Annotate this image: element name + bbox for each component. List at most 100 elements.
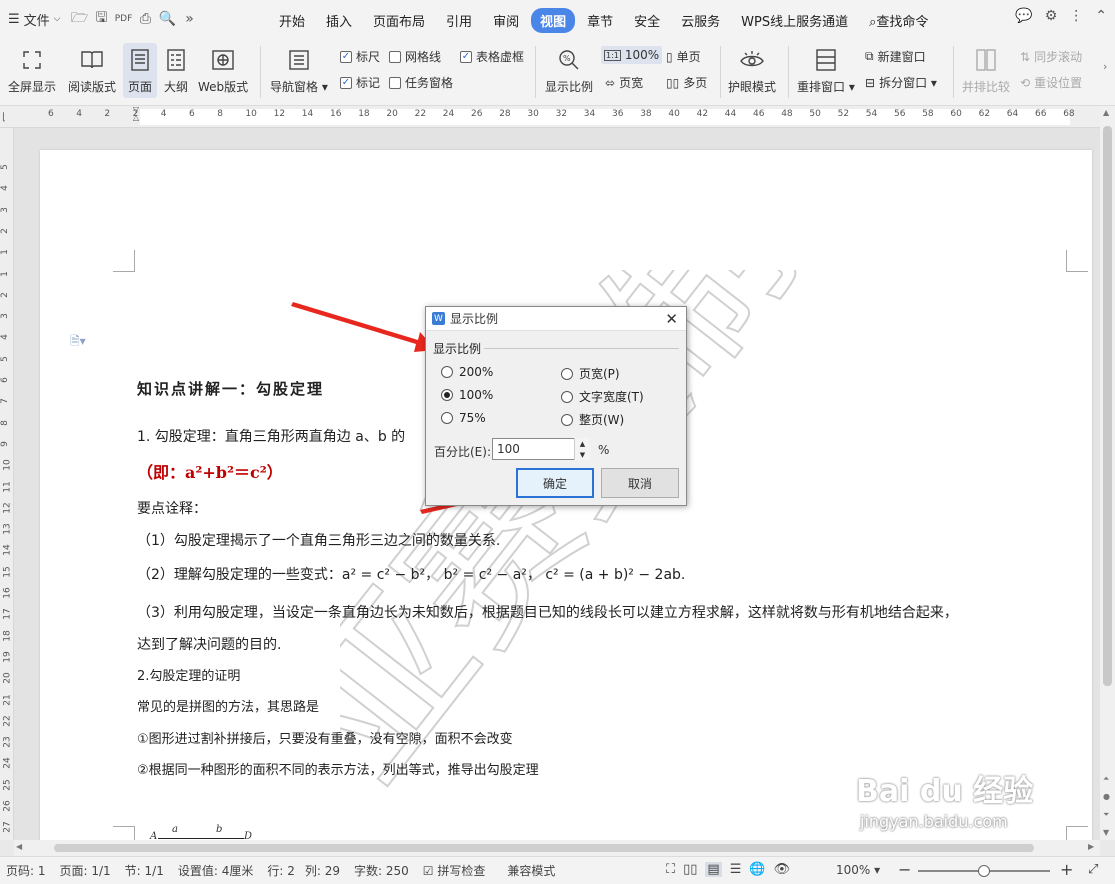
radio-200[interactable]: 200% bbox=[441, 365, 493, 379]
cancel-button[interactable]: 取消 bbox=[601, 468, 679, 498]
chat-icon[interactable]: 💬 bbox=[1015, 8, 1032, 24]
zoom-slider[interactable] bbox=[918, 865, 1050, 877]
scroll-down-icon[interactable]: ▼ bbox=[1103, 828, 1109, 837]
outline-button[interactable]: 大纲 bbox=[162, 46, 190, 95]
web-view-icon[interactable]: 🌐 bbox=[749, 862, 765, 877]
tab-layout[interactable]: 页面布局 bbox=[364, 8, 434, 33]
scroll-left-icon[interactable]: ◀ bbox=[16, 842, 22, 851]
nav-pane-icon bbox=[285, 46, 313, 74]
page-view-icon[interactable]: ▤ bbox=[705, 862, 722, 877]
page-width-button[interactable]: ⬄ 页宽 bbox=[605, 74, 643, 91]
status-word-count[interactable]: 字数: 250 bbox=[354, 862, 409, 879]
focus-mode-icon[interactable]: ⛶ bbox=[666, 862, 675, 877]
tab-cloud[interactable]: 云服务 bbox=[672, 8, 729, 33]
paragraph-options-icon[interactable]: 🗎▾ bbox=[70, 332, 86, 353]
status-setting[interactable]: 设置值: 4厘米 bbox=[178, 862, 254, 879]
ruler-checkbox[interactable]: ✓ 标尺 bbox=[340, 48, 380, 65]
spell-check-button[interactable]: ☑ 拼写检查 bbox=[423, 862, 486, 879]
open-folder-icon[interactable]: 🗁 bbox=[69, 8, 91, 30]
scrollbar-thumb[interactable] bbox=[54, 844, 1034, 852]
next-page-icon[interactable]: ⏷ bbox=[1103, 810, 1109, 820]
dialog-title-bar[interactable]: W 显示比例 bbox=[426, 307, 686, 331]
vertical-scrollbar[interactable]: ▲ ⏶ ● ⏷ ▼ bbox=[1100, 106, 1115, 840]
ruler-tick-label: 12 bbox=[273, 109, 286, 119]
tab-home[interactable]: 开始 bbox=[270, 8, 314, 33]
print-icon[interactable]: ⎙ bbox=[135, 8, 157, 30]
zoom-button[interactable]: % 显示比例 bbox=[545, 46, 593, 95]
radio-text-width[interactable]: 文字宽度(T) bbox=[561, 388, 644, 405]
select-browse-icon[interactable]: ● bbox=[1103, 792, 1110, 801]
radio-page-width[interactable]: 页宽(P) bbox=[561, 365, 620, 382]
collapse-ribbon-icon[interactable]: ⌃ bbox=[1095, 8, 1107, 24]
status-column[interactable]: 列: 29 bbox=[305, 862, 340, 879]
status-page-number[interactable]: 页码: 1 bbox=[6, 862, 46, 879]
radio-75[interactable]: 75% bbox=[441, 411, 486, 425]
zoom-in-icon[interactable]: + bbox=[1060, 860, 1073, 879]
outline-view-icon[interactable]: ☰ bbox=[730, 862, 742, 877]
scrollbar-thumb[interactable] bbox=[1103, 126, 1112, 686]
new-window-button[interactable]: ⧉ 新建窗口 bbox=[865, 48, 926, 65]
marks-checkbox[interactable]: ✓ 标记 bbox=[340, 74, 380, 91]
more-options-icon[interactable]: ⋮ bbox=[1069, 8, 1083, 24]
stepper-down-icon[interactable]: ▼ bbox=[575, 449, 590, 460]
ribbon-scroll-right-icon[interactable]: › bbox=[1103, 60, 1107, 73]
zoom-slider-thumb[interactable] bbox=[978, 865, 990, 877]
table-gridlines-checkbox[interactable]: ✓ 表格虚框 bbox=[460, 48, 524, 65]
search-command[interactable]: ⌕查找命令 bbox=[860, 8, 937, 33]
one-page-button[interactable]: ▯ 单页 bbox=[666, 48, 701, 65]
print-preview-icon[interactable]: 🔍 bbox=[157, 8, 179, 30]
scroll-right-icon[interactable]: ▶ bbox=[1088, 842, 1094, 851]
page-layout-button[interactable]: 页面 bbox=[123, 43, 157, 98]
arrange-windows-button[interactable]: 重排窗口 ▾ bbox=[797, 46, 855, 95]
multi-page-button[interactable]: ▯▯ 多页 bbox=[666, 74, 707, 91]
eye-protection-icon[interactable]: 👁 bbox=[774, 862, 791, 877]
sync-scroll-button[interactable]: ⇅ 同步滚动 bbox=[1020, 48, 1082, 65]
side-by-side-button[interactable]: 并排比较 bbox=[962, 46, 1010, 95]
indent-marker[interactable]: ▽ △ bbox=[131, 106, 141, 128]
radio-100[interactable]: 100% bbox=[441, 388, 493, 402]
split-window-button[interactable]: ⊟ 拆分窗口 ▾ bbox=[865, 74, 937, 91]
gridlines-checkbox[interactable]: 网格线 bbox=[389, 48, 441, 65]
task-pane-checkbox[interactable]: 任务窗格 bbox=[389, 74, 453, 91]
more-icon[interactable]: » bbox=[179, 8, 201, 30]
vertical-ruler[interactable]: 5 4 3 2 1 1 2 3 4 5 6 7 8 9 10 11 12 13 14 15 16 17 18 19 20 21 22… bbox=[0, 128, 14, 840]
zoom-out-icon[interactable]: − bbox=[898, 860, 911, 879]
tab-wps-online[interactable]: WPS线上服务通道 bbox=[732, 8, 857, 33]
fit-window-icon[interactable]: ⤢ bbox=[1088, 862, 1098, 877]
prev-page-icon[interactable]: ⏶ bbox=[1103, 774, 1109, 784]
horizontal-ruler[interactable]: 6 4 2 2 4 6 8 10 12 14 16 18 20 22 24 26 28 30 32 34 36 38 40 4… bbox=[0, 106, 1100, 128]
spell-check-icon: ☑ bbox=[422, 864, 434, 878]
status-section[interactable]: 节: 1/1 bbox=[125, 862, 164, 879]
file-menu[interactable]: ☰ 文件 ⌵ bbox=[0, 0, 69, 38]
gear-icon[interactable]: ⚙ bbox=[1045, 8, 1058, 24]
scroll-up-icon[interactable]: ▲ bbox=[1103, 108, 1109, 117]
reset-position-button[interactable]: ⟲ 重设位置 bbox=[1020, 74, 1082, 91]
zoom-level[interactable]: 100% ▾ bbox=[836, 863, 880, 877]
reset-position-icon: ⟲ bbox=[1020, 75, 1031, 90]
eye-mode-button[interactable]: 护眼模式 bbox=[728, 46, 776, 95]
status-row[interactable]: 行: 2 bbox=[267, 862, 295, 879]
tab-review[interactable]: 审阅 bbox=[484, 8, 528, 33]
reading-view-icon[interactable]: ▯▯ bbox=[683, 862, 697, 877]
close-icon[interactable]: ✕ bbox=[665, 310, 678, 328]
tab-insert[interactable]: 插入 bbox=[317, 8, 361, 33]
group-divider bbox=[474, 348, 679, 349]
pdf-export-icon[interactable]: PDF bbox=[113, 8, 135, 30]
save-icon[interactable]: 🖫 bbox=[91, 8, 113, 30]
stepper-up-icon[interactable]: ▲ bbox=[575, 438, 590, 449]
reading-layout-button[interactable]: 阅读版式 bbox=[68, 46, 116, 95]
ruler-tick-label: 22 bbox=[414, 109, 427, 119]
tab-security[interactable]: 安全 bbox=[625, 8, 669, 33]
status-pages[interactable]: 页面: 1/1 bbox=[60, 862, 111, 879]
radio-whole-page[interactable]: 整页(W) bbox=[561, 411, 624, 428]
tab-references[interactable]: 引用 bbox=[437, 8, 481, 33]
ok-button[interactable]: 确定 bbox=[516, 468, 594, 498]
web-layout-button[interactable]: Web版式 bbox=[198, 46, 248, 95]
horizontal-scrollbar[interactable]: ◀ ▶ bbox=[14, 840, 1100, 856]
zoom-100-button[interactable]: 1:1 100% bbox=[601, 46, 663, 64]
tab-view[interactable]: 视图 bbox=[531, 8, 576, 33]
tab-chapter[interactable]: 章节 bbox=[578, 8, 622, 33]
nav-pane-button[interactable]: 导航窗格 ▾ bbox=[270, 46, 328, 95]
fullscreen-button[interactable]: 全屏显示 bbox=[8, 46, 56, 95]
search-command-label: 查找命令 bbox=[876, 15, 929, 30]
